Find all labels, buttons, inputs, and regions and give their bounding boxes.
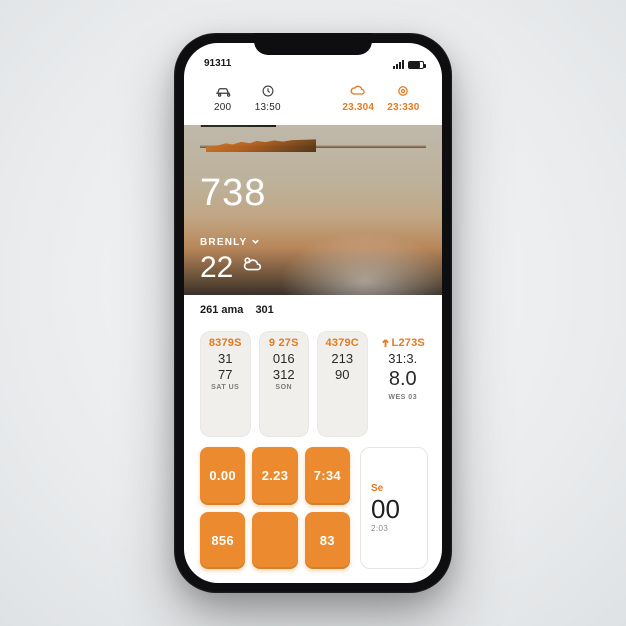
- cloud-icon: [349, 84, 367, 98]
- hero-location-label: BRENLY: [200, 237, 247, 248]
- clock-icon: [259, 84, 277, 98]
- forecast-val-b: 8.0: [389, 368, 417, 391]
- battery-icon: [408, 61, 424, 69]
- blank-icon: [304, 89, 322, 103]
- keypad-button[interactable]: 83: [305, 512, 350, 570]
- forecast-top: 9 27S: [269, 337, 299, 349]
- forecast-top: 8379S: [209, 337, 242, 349]
- forecast-val-a: 31:3.: [388, 352, 417, 365]
- forecast-top-text: L273S: [392, 337, 425, 349]
- weather-partly-cloudy-icon: [241, 254, 263, 281]
- forecast-val-a: 31: [218, 352, 232, 365]
- mid-info-row: 261 ama 301: [184, 295, 442, 325]
- stat-value: 200: [214, 102, 231, 113]
- status-time: 91311: [204, 58, 231, 69]
- forecast-row: 8379S 31 77 SAT US 9 27S 016 312 SON 437…: [184, 325, 442, 443]
- forecast-val-b: 77: [218, 368, 232, 381]
- forecast-label: WES 03: [388, 394, 417, 401]
- readout-label: Se: [371, 483, 417, 494]
- target-icon: [394, 84, 412, 98]
- status-indicators: [393, 60, 424, 69]
- forecast-val-b: 312: [273, 368, 295, 381]
- mid-left: 261 ama: [200, 304, 243, 316]
- signal-icon: [393, 60, 404, 69]
- forecast-label: SON: [275, 384, 292, 391]
- readout-panel: Se 00 2:03: [360, 447, 428, 569]
- stat-value: 13:50: [255, 102, 281, 113]
- readout-sub: 2:03: [371, 524, 417, 533]
- forecast-top: L273S: [381, 337, 425, 349]
- bottom-row: 0.00 2.23 7:34 856 83 Se 00 2:03: [184, 443, 442, 583]
- stat-weather[interactable]: 23.304: [336, 84, 381, 113]
- forecast-val-a: 213: [331, 352, 353, 365]
- stat-value: 23:330: [387, 102, 419, 113]
- car-icon: [214, 84, 232, 98]
- forecast-col[interactable]: 9 27S 016 312 SON: [259, 331, 310, 437]
- phone-frame: 91311 200 13:50: [174, 33, 452, 593]
- hero-temperature-row: 22: [200, 251, 426, 285]
- hero-panel: 738 BRENLY 22: [184, 125, 442, 295]
- hero-trees-right: [206, 139, 316, 152]
- top-stats-row: 200 13:50 23.304: [184, 69, 442, 125]
- hero-trees-left: [196, 125, 276, 127]
- forecast-col[interactable]: 4379C 213 90: [317, 331, 368, 437]
- keypad: 0.00 2.23 7:34 856 83: [200, 447, 350, 569]
- stat-time[interactable]: 13:50: [245, 84, 290, 113]
- mid-right: 301: [255, 304, 273, 316]
- stat-distance[interactable]: 200: [200, 84, 245, 113]
- hero-location-selector[interactable]: BRENLY: [200, 237, 426, 249]
- forecast-top: 4379C: [326, 337, 359, 349]
- hero-headline: 738: [200, 172, 426, 215]
- hero-temperature: 22: [200, 251, 233, 285]
- keypad-button[interactable]: [252, 512, 297, 570]
- forecast-col[interactable]: L273S 31:3. 8.0 WES 03: [376, 331, 429, 437]
- stat-empty: [290, 89, 335, 107]
- forecast-val-b: 90: [335, 368, 349, 381]
- keypad-button[interactable]: 7:34: [305, 447, 350, 505]
- stat-value: 23.304: [342, 102, 374, 113]
- forecast-col[interactable]: 8379S 31 77 SAT US: [200, 331, 251, 437]
- screen: 91311 200 13:50: [184, 43, 442, 583]
- forecast-val-a: 016: [273, 352, 295, 365]
- notch: [254, 33, 372, 55]
- keypad-button[interactable]: 2.23: [252, 447, 297, 505]
- keypad-button[interactable]: 856: [200, 512, 245, 570]
- keypad-button[interactable]: 0.00: [200, 447, 245, 505]
- stat-target[interactable]: 23:330: [381, 84, 426, 113]
- chevron-down-icon: [251, 237, 260, 249]
- forecast-label: SAT US: [211, 384, 239, 391]
- readout-value: 00: [371, 496, 417, 522]
